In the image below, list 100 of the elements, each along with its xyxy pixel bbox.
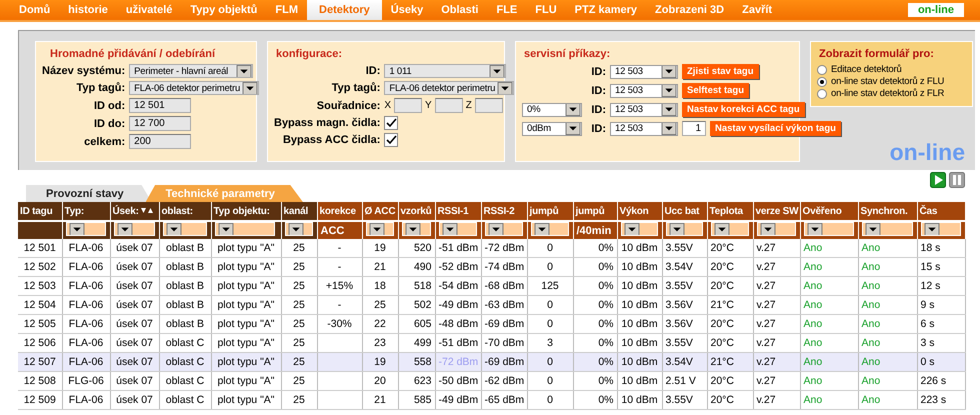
command-button[interactable]: Zjisti stav tagu [682,64,759,79]
field-label: Souřadnice: [316,100,380,112]
column-header[interactable]: Ověřeno [800,202,858,221]
checkbox-label: Bypass ACC čidla: [282,134,380,146]
table-cell: 0 [527,372,573,390]
table-cell: 0% [573,258,617,276]
table-cell: oblast C [159,390,211,410]
column-header[interactable]: verze SW [753,202,800,221]
table-cell: plot typu "A" [211,296,281,314]
select-field[interactable]: 12 503 [610,102,678,116]
table-cell: 12 501 [18,239,62,258]
table-cell: plot typu "A" [211,239,281,258]
select-field[interactable]: 12 503 [610,64,678,78]
table-cell: 3.55V [662,276,707,296]
table-cell: 10 dBm [617,296,662,314]
table-cell: 518 [398,276,435,296]
table-cell: 0% [573,314,617,334]
column-header[interactable]: jumpů [573,202,617,221]
column-header[interactable]: Ucc bat [662,202,707,221]
table-cell: oblast C [159,372,211,390]
table-cell: 20°C [707,314,753,334]
table-cell: úsek 07 [110,258,159,276]
table-cell: 25 [281,352,317,372]
table-cell: úsek 07 [110,296,159,314]
column-header[interactable]: Čas [917,202,965,221]
select-field[interactable]: FLA-06 detektor perimetru [384,81,514,95]
section-title: Zobrazit formulář pro: [819,48,935,60]
select-field[interactable]: 12 503 [610,84,678,98]
radio-label: on-line stav detektorů z FLU [831,76,944,87]
input-field[interactable]: 1 [682,121,706,136]
table-cell: 10 dBm [617,352,662,372]
table-cell: 226 s [917,372,965,390]
column-header[interactable]: korekce [317,202,362,221]
axis-label: X [384,100,392,111]
input-field[interactable]: 12 501 [129,98,192,113]
field-label: ID do: [94,118,126,130]
table-cell: - [317,239,362,258]
table-cell: 12 504 [18,296,62,314]
field-label: ID: [366,65,380,77]
field-label: ID: [591,84,606,96]
column-header[interactable]: ID tagu [18,202,62,221]
select-field[interactable]: 1 011 [384,64,506,78]
table-cell: 2.51 V [662,372,707,390]
table-cell: 12 s [917,276,965,296]
table-cell: 18 [362,276,398,296]
table-cell: 10 dBm [617,276,662,296]
column-header[interactable]: RSSI-1 [435,202,481,221]
table-cell: -63 dBm [481,296,527,314]
table-cell: 25 [362,296,398,314]
table-cell: v.27 [753,296,800,314]
table-cell: 223 s [917,390,965,410]
select-field[interactable]: 0% [522,102,582,116]
column-header[interactable]: kanál [281,202,317,221]
table-cell: Ano [800,239,858,258]
column-header[interactable]: Teplota [707,202,753,221]
select-field[interactable]: FLA-06 detektor perimetru [129,81,260,95]
table-cell: 19 [362,239,398,258]
radio-label: Editace detektorů [831,64,902,75]
table-cell: -51 dBm [435,239,481,258]
column-header[interactable]: Typ: [62,202,110,221]
table-cell: 22 [362,314,398,334]
table-cell: v.27 [753,258,800,276]
column-header[interactable]: oblast: [159,202,211,221]
input-field[interactable]: 12 700 [129,116,192,131]
table-cell: -74 dBm [481,258,527,276]
column-header[interactable]: Úsek: [110,202,159,221]
column-header[interactable]: Typ objektu: [211,202,281,221]
table-cell: plot typu "A" [211,352,281,372]
table-cell: 10 dBm [617,372,662,390]
column-header[interactable]: Výkon [617,202,662,221]
select-field[interactable]: Perimeter - hlavní areál [129,64,254,78]
command-button[interactable]: Selftest tagu [682,83,750,98]
command-button[interactable]: Nastav korekci ACC tagu [682,102,805,117]
table-cell: 520 [398,239,435,258]
select-field[interactable]: 0dBm [522,122,582,136]
table-cell: -54 dBm [435,276,481,296]
table-cell: 623 [398,372,435,390]
column-header[interactable]: vzorků [398,202,435,221]
table-cell: 502 [398,296,435,314]
table-cell: -69 dBm [481,314,527,334]
column-header[interactable]: RSSI-2 [481,202,527,221]
command-button[interactable]: Nastav vysílací výkon tagu [710,121,841,136]
table-cell: 0% [573,352,617,372]
table-cell: 0% [573,276,617,296]
table-cell: 0 [527,390,573,410]
table-cell: 20°C [707,372,753,390]
table-cell: 12 503 [18,276,62,296]
table-cell: plot typu "A" [211,258,281,276]
table-cell: 21 [362,258,398,276]
table-cell: v.27 [753,239,800,258]
column-header[interactable]: Synchron. [858,202,917,221]
select-field[interactable]: 12 503 [610,122,678,136]
table-cell: 3.56V [662,314,707,334]
input-field[interactable]: 200 [129,134,192,149]
field-label: ID: [591,122,606,134]
table-cell: -72 dBm [435,352,481,372]
column-header[interactable]: jumpů [527,202,573,221]
table-cell: 558 [398,352,435,372]
radio-label: on-line stav detektorů z FLR [831,88,944,99]
column-header[interactable]: Ø ACC [362,202,398,221]
